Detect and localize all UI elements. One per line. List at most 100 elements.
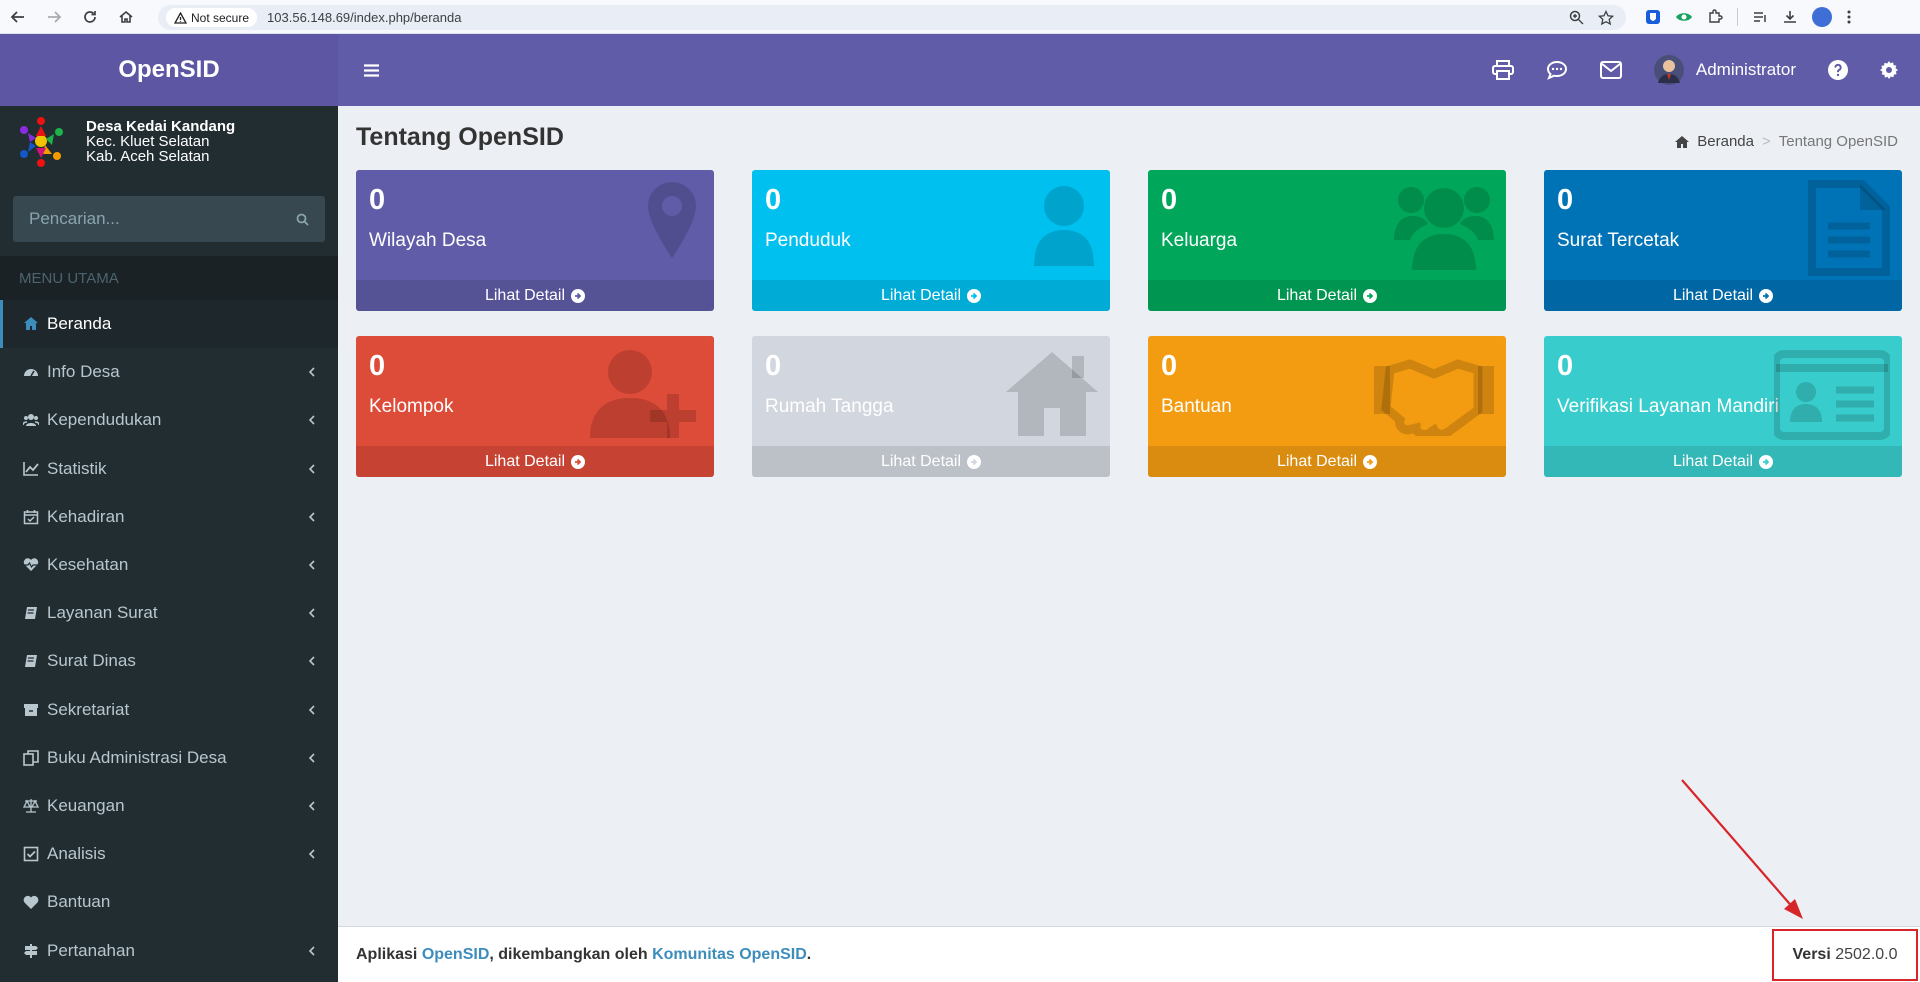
sidebar-item-label: Pertanahan [47, 940, 135, 960]
url-text[interactable]: 103.56.148.69/index.php/beranda [267, 10, 461, 25]
footer-community-link[interactable]: Komunitas OpenSID [652, 946, 807, 963]
stat-detail-label: Lihat Detail [484, 286, 566, 304]
arrow-circle-right-icon [1363, 454, 1378, 469]
app-logo[interactable]: OpenSID [0, 34, 338, 106]
sidebar-item-buku-administrasi-desa[interactable]: Buku Administrasi Desa [0, 734, 338, 782]
messages-button[interactable] [1546, 60, 1568, 80]
stat-card-penduduk: 0 Penduduk Lihat Detail [752, 170, 1110, 311]
sidebar-item-analisis[interactable]: Analisis [0, 830, 338, 878]
version-number: 2502.0.0 [1835, 946, 1898, 963]
sidebar-item-layanan-surat[interactable]: Layanan Surat [0, 589, 338, 637]
media-queue-icon[interactable] [1752, 9, 1768, 25]
main-content: Tentang OpenSID Beranda > Tentang OpenSI… [338, 106, 1920, 926]
sidebar-item-info-desa[interactable]: Info Desa [0, 348, 338, 396]
breadcrumb-separator: > [1761, 133, 1771, 150]
stat-detail-link[interactable]: Lihat Detail [356, 280, 714, 311]
footer-app-link[interactable]: OpenSID [422, 946, 490, 963]
stat-detail-link[interactable]: Lihat Detail [1148, 280, 1506, 311]
sidebar-item-sekretariat[interactable]: Sekretariat [0, 686, 338, 734]
sidebar-item-pertanahan[interactable]: Pertanahan [0, 926, 338, 974]
extension-eye-icon[interactable] [1675, 9, 1693, 25]
profile-avatar[interactable] [1812, 7, 1832, 27]
reload-icon [84, 10, 96, 23]
users-icon [1394, 180, 1494, 277]
stat-value: 0 [1161, 184, 1178, 216]
zoom-icon[interactable] [1569, 10, 1584, 25]
stat-value: 0 [369, 184, 386, 216]
arrow-circle-right-icon [967, 454, 982, 469]
file-text-icon [1808, 180, 1890, 281]
back-button[interactable] [0, 0, 36, 34]
extension-bitwarden-icon[interactable] [1645, 9, 1661, 25]
stat-label: Bantuan [1161, 396, 1232, 417]
home-icon [1002, 346, 1098, 443]
arrow-circle-right-icon [1759, 454, 1774, 469]
stat-card-verifikasi-layanan-mandiri: 0 Verifikasi Layanan Mandiri Lihat Detail [1544, 336, 1902, 477]
search-icon[interactable] [296, 213, 309, 226]
settings-button[interactable] [1880, 61, 1898, 79]
bookmark-star-icon[interactable] [1598, 9, 1614, 26]
print-button[interactable] [1491, 60, 1514, 80]
dashboard-icon [21, 364, 41, 380]
address-bar[interactable]: Not secure 103.56.148.69/index.php/beran… [158, 5, 1626, 30]
chevron-left-icon [308, 748, 316, 768]
sidebar-item-kehadiran[interactable]: Kehadiran [0, 493, 338, 541]
forward-button[interactable] [36, 0, 72, 34]
envelope-icon [1599, 61, 1622, 79]
kebab-menu-icon[interactable] [1846, 9, 1852, 25]
menu-header: MENU UTAMA [0, 256, 338, 300]
breadcrumb-home[interactable]: Beranda [1697, 133, 1754, 150]
stat-card-surat-tercetak: 0 Surat Tercetak Lihat Detail [1544, 170, 1902, 311]
gear-icon [1880, 61, 1898, 79]
stat-detail-link[interactable]: Lihat Detail [356, 446, 714, 477]
stat-value: 0 [765, 184, 782, 216]
stat-detail-link[interactable]: Lihat Detail [752, 280, 1110, 311]
download-icon[interactable] [1782, 9, 1798, 25]
line-chart-icon [21, 461, 41, 477]
arrow-right-icon [48, 10, 62, 23]
help-button[interactable] [1828, 60, 1848, 80]
handshake-icon [1374, 346, 1494, 441]
stat-detail-link[interactable]: Lihat Detail [1544, 446, 1902, 477]
search-input[interactable] [29, 209, 289, 229]
desa-info: Desa Kedai Kandang Kec. Kluet Selatan Ka… [86, 119, 235, 164]
stat-card-wilayah-desa: 0 Wilayah Desa Lihat Detail [356, 170, 714, 311]
heart-icon [21, 894, 41, 910]
sidebar-toggle-button[interactable] [356, 55, 386, 85]
sidebar-item-surat-dinas[interactable]: Surat Dinas [0, 637, 338, 685]
book-icon [21, 605, 41, 621]
stat-detail-link[interactable]: Lihat Detail [1148, 446, 1506, 477]
calendar-check-icon [21, 509, 41, 525]
sidebar-item-beranda[interactable]: Beranda [0, 300, 338, 349]
chevron-left-icon [308, 603, 316, 623]
sidebar-item-keuangan[interactable]: Keuangan [0, 782, 338, 830]
sidebar-item-bantuan[interactable]: Bantuan [0, 878, 338, 926]
desa-panel: Desa Kedai Kandang Kec. Kluet Selatan Ka… [0, 106, 338, 176]
arrow-circle-right-icon [1363, 288, 1378, 303]
home-button[interactable] [108, 0, 144, 34]
chevron-left-icon [308, 362, 316, 382]
stat-detail-label: Lihat Detail [484, 452, 566, 470]
reload-button[interactable] [72, 0, 108, 34]
sidebar-item-label: Analisis [47, 844, 106, 864]
mail-button[interactable] [1599, 61, 1622, 79]
sidebar-item-kependudukan[interactable]: Kependudukan [0, 396, 338, 444]
extensions-puzzle-icon[interactable] [1707, 9, 1723, 25]
toolbar-divider [1737, 8, 1738, 26]
stat-card-keluarga: 0 Keluarga Lihat Detail [1148, 170, 1506, 311]
map-signs-icon [21, 943, 41, 959]
user-menu[interactable]: Administrator [1653, 55, 1796, 85]
sidebar-item-label: Layanan Surat [47, 603, 158, 623]
sidebar-item-label: Beranda [47, 314, 112, 334]
sidebar-item-label: Buku Administrasi Desa [47, 747, 227, 767]
stat-value: 0 [1557, 350, 1574, 382]
breadcrumb: Beranda > Tentang OpenSID [1675, 133, 1898, 150]
print-icon [1491, 60, 1514, 80]
stat-label: Kelompok [369, 396, 454, 417]
sidebar-item-kesehatan[interactable]: Kesehatan [0, 541, 338, 589]
stat-detail-link[interactable]: Lihat Detail [1544, 280, 1902, 311]
chevron-left-icon [308, 459, 316, 479]
stat-detail-link[interactable]: Lihat Detail [752, 446, 1110, 477]
security-chip[interactable]: Not secure [166, 8, 258, 27]
sidebar-item-statistik[interactable]: Statistik [0, 445, 338, 493]
